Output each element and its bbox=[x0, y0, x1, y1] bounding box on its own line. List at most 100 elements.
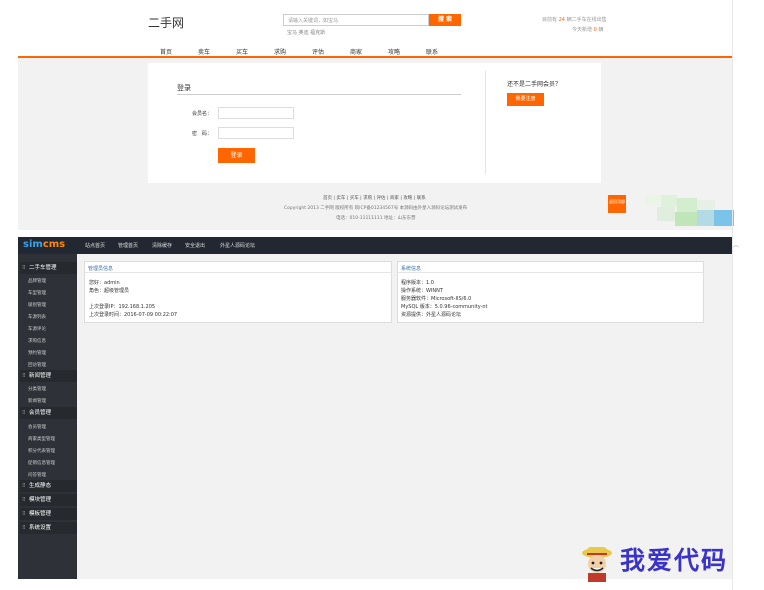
sidebar-item[interactable]: 求购信息 bbox=[28, 338, 46, 344]
sidebar-item[interactable]: 分类管理 bbox=[28, 386, 46, 392]
sidebar-group-static[interactable]: ⠿ 生成静态 bbox=[20, 480, 77, 492]
sidebar-group-settings[interactable]: ⠿ 系统设置 bbox=[20, 522, 77, 534]
admin-menu-item[interactable]: 清除缓存 bbox=[152, 242, 172, 249]
nav-item[interactable]: 商家 bbox=[350, 47, 362, 56]
sidebar-group-label: 生成静态 bbox=[29, 483, 52, 489]
nav-item[interactable]: 联系 bbox=[426, 47, 438, 56]
footer-links[interactable]: 首页 | 卖车 | 买车 | 求购 | 评估 | 商家 | 攻略 | 联系 bbox=[323, 195, 426, 201]
sidebar-item[interactable]: 车型管理 bbox=[28, 290, 46, 296]
stats-count: 0 bbox=[593, 27, 597, 33]
stats-text: 辆 bbox=[598, 27, 604, 33]
grid-icon: ⠿ bbox=[22, 483, 26, 489]
sidebar-group-label: 会员管理 bbox=[29, 410, 52, 416]
logo-part: cms bbox=[42, 239, 66, 250]
sidebar-group-label: 模块管理 bbox=[29, 497, 52, 503]
sidebar-item[interactable]: 回访管理 bbox=[28, 362, 46, 368]
card-title: 管理员信息 bbox=[88, 266, 114, 272]
nav-item[interactable]: 卖车 bbox=[198, 47, 210, 56]
mosaic-block bbox=[714, 210, 734, 226]
search-input[interactable]: 请输入关键词，如宝马 bbox=[283, 14, 429, 26]
mosaic-block bbox=[677, 198, 697, 212]
mosaic-block bbox=[697, 200, 715, 210]
nav-item[interactable]: 求购 bbox=[274, 47, 286, 56]
grid-icon: ⠿ bbox=[22, 525, 26, 531]
sidebar-group-label: 新闻管理 bbox=[29, 373, 52, 379]
mysql-version: MySQL 版本：5.0.96-community-nt bbox=[401, 304, 488, 310]
admin-logo[interactable]: simcms bbox=[23, 239, 65, 250]
logo-part: sim bbox=[23, 239, 43, 250]
sidebar-item[interactable]: 会员管理 bbox=[28, 424, 46, 430]
mosaic-block bbox=[697, 210, 714, 226]
stats-text: 目前有 bbox=[542, 17, 558, 23]
sidebar-item[interactable]: 预约管理 bbox=[28, 350, 46, 356]
divider bbox=[485, 71, 486, 174]
sidebar-item[interactable]: 问答管理 bbox=[28, 472, 46, 478]
stats-count: 24 bbox=[558, 17, 565, 23]
site-logo[interactable]: 二手网 bbox=[148, 14, 184, 31]
nav-item[interactable]: 首页 bbox=[160, 47, 172, 56]
password-label: 密 码： bbox=[192, 131, 213, 137]
program-version: 程序版本：1.0 bbox=[401, 280, 434, 286]
sidebar-group-label: 二手车管理 bbox=[29, 265, 57, 271]
sidebar-item[interactable]: 新闻管理 bbox=[28, 398, 46, 404]
password-field[interactable] bbox=[218, 127, 294, 139]
sidebar-group-modules[interactable]: ⠿ 模块管理 bbox=[20, 494, 77, 506]
os-info: 操作系统：WINNT bbox=[401, 288, 443, 294]
main-nav bbox=[18, 42, 732, 58]
scrollbar[interactable] bbox=[732, 0, 733, 590]
not-member-text: 还不是二手网会员？ bbox=[507, 81, 562, 88]
sidebar-item[interactable]: 商家类型管理 bbox=[28, 436, 55, 442]
admin-menu-item[interactable]: 管理首页 bbox=[118, 242, 138, 249]
screenshot-root: { "site": { "logo": "二手网", "search_place… bbox=[0, 0, 764, 590]
admin-menu-item[interactable]: 外星人源码论坛 bbox=[220, 242, 255, 249]
stats-line-total: 目前有 24 辆二手车在线出售 bbox=[542, 16, 607, 23]
grid-icon: ⠿ bbox=[22, 373, 26, 379]
divider bbox=[398, 272, 703, 273]
nav-item[interactable]: 评估 bbox=[312, 47, 324, 56]
nav-item[interactable]: 买车 bbox=[236, 47, 248, 56]
sidebar-item[interactable]: 积分代表管理 bbox=[28, 448, 55, 454]
mosaic-block bbox=[657, 207, 675, 221]
grid-icon: ⠿ bbox=[22, 410, 26, 416]
sidebar-item[interactable]: 车源列表 bbox=[28, 314, 46, 320]
sidebar-group-templates[interactable]: ⠿ 模板管理 bbox=[20, 508, 77, 520]
grid-icon: ⠿ bbox=[22, 511, 26, 517]
grid-icon: ⠿ bbox=[22, 265, 26, 271]
divider bbox=[177, 94, 461, 95]
nav-item[interactable]: 攻略 bbox=[388, 47, 400, 56]
admin-menu-item[interactable]: 站点首页 bbox=[85, 242, 105, 249]
sidebar-group-label: 模板管理 bbox=[29, 511, 52, 517]
footer-contact: 电话：010-11111111 地址：山东东营 bbox=[336, 216, 416, 221]
sidebar-item[interactable]: 级别管理 bbox=[28, 302, 46, 308]
hot-words[interactable]: 宝马 奥迪 福克斯 bbox=[287, 29, 325, 36]
sidebar-group-news[interactable]: ⠿ 新闻管理 bbox=[20, 370, 77, 382]
register-button[interactable]: 我要注册 bbox=[507, 93, 544, 106]
stats-line-today: 今天新增 0 辆 bbox=[572, 26, 603, 33]
divider bbox=[85, 272, 391, 273]
sidebar-item[interactable]: 品牌管理 bbox=[28, 278, 46, 284]
footer-copyright: Copyright 2013 二手网 版权所有 皖ICP备01234567号 本… bbox=[284, 206, 468, 211]
pirate-mascot-icon bbox=[580, 544, 614, 582]
resource-provider: 资源提供：外星人源码论坛 bbox=[401, 312, 462, 318]
stats-text: 辆二手车在线出售 bbox=[566, 17, 607, 23]
sidebar-group-cars[interactable]: ⠿ 二手车管理 bbox=[20, 262, 77, 274]
last-login-ip: 上次登录IP：192.168.1.205 bbox=[89, 304, 156, 310]
admin-menu-item[interactable]: 安全退出 bbox=[185, 242, 205, 249]
grid-icon: ⠿ bbox=[22, 497, 26, 503]
login-button[interactable]: 登录 bbox=[218, 148, 255, 163]
username-label: 会员名： bbox=[192, 111, 213, 117]
admin-account: 您好：admin bbox=[89, 280, 120, 286]
watermark: 我爱代码 bbox=[620, 546, 729, 575]
card-title: 系统信息 bbox=[401, 266, 422, 272]
collapse-icon[interactable]: ︿ bbox=[733, 240, 739, 249]
server-info: 服务器软件：Microsoft-IIS/6.0 bbox=[401, 296, 472, 302]
sidebar-item[interactable]: 车源评论 bbox=[28, 326, 46, 332]
search-button[interactable]: 搜 索 bbox=[429, 14, 461, 26]
mosaic-block bbox=[661, 195, 677, 207]
back-to-top-button[interactable]: 返回顶部 bbox=[608, 195, 626, 213]
sidebar-group-members[interactable]: ⠿ 会员管理 bbox=[20, 407, 77, 419]
username-field[interactable] bbox=[218, 107, 294, 119]
sidebar-item[interactable]: 促销信息管理 bbox=[28, 460, 55, 466]
mosaic-block bbox=[675, 212, 697, 226]
stats-text: 今天新增 bbox=[572, 27, 593, 33]
